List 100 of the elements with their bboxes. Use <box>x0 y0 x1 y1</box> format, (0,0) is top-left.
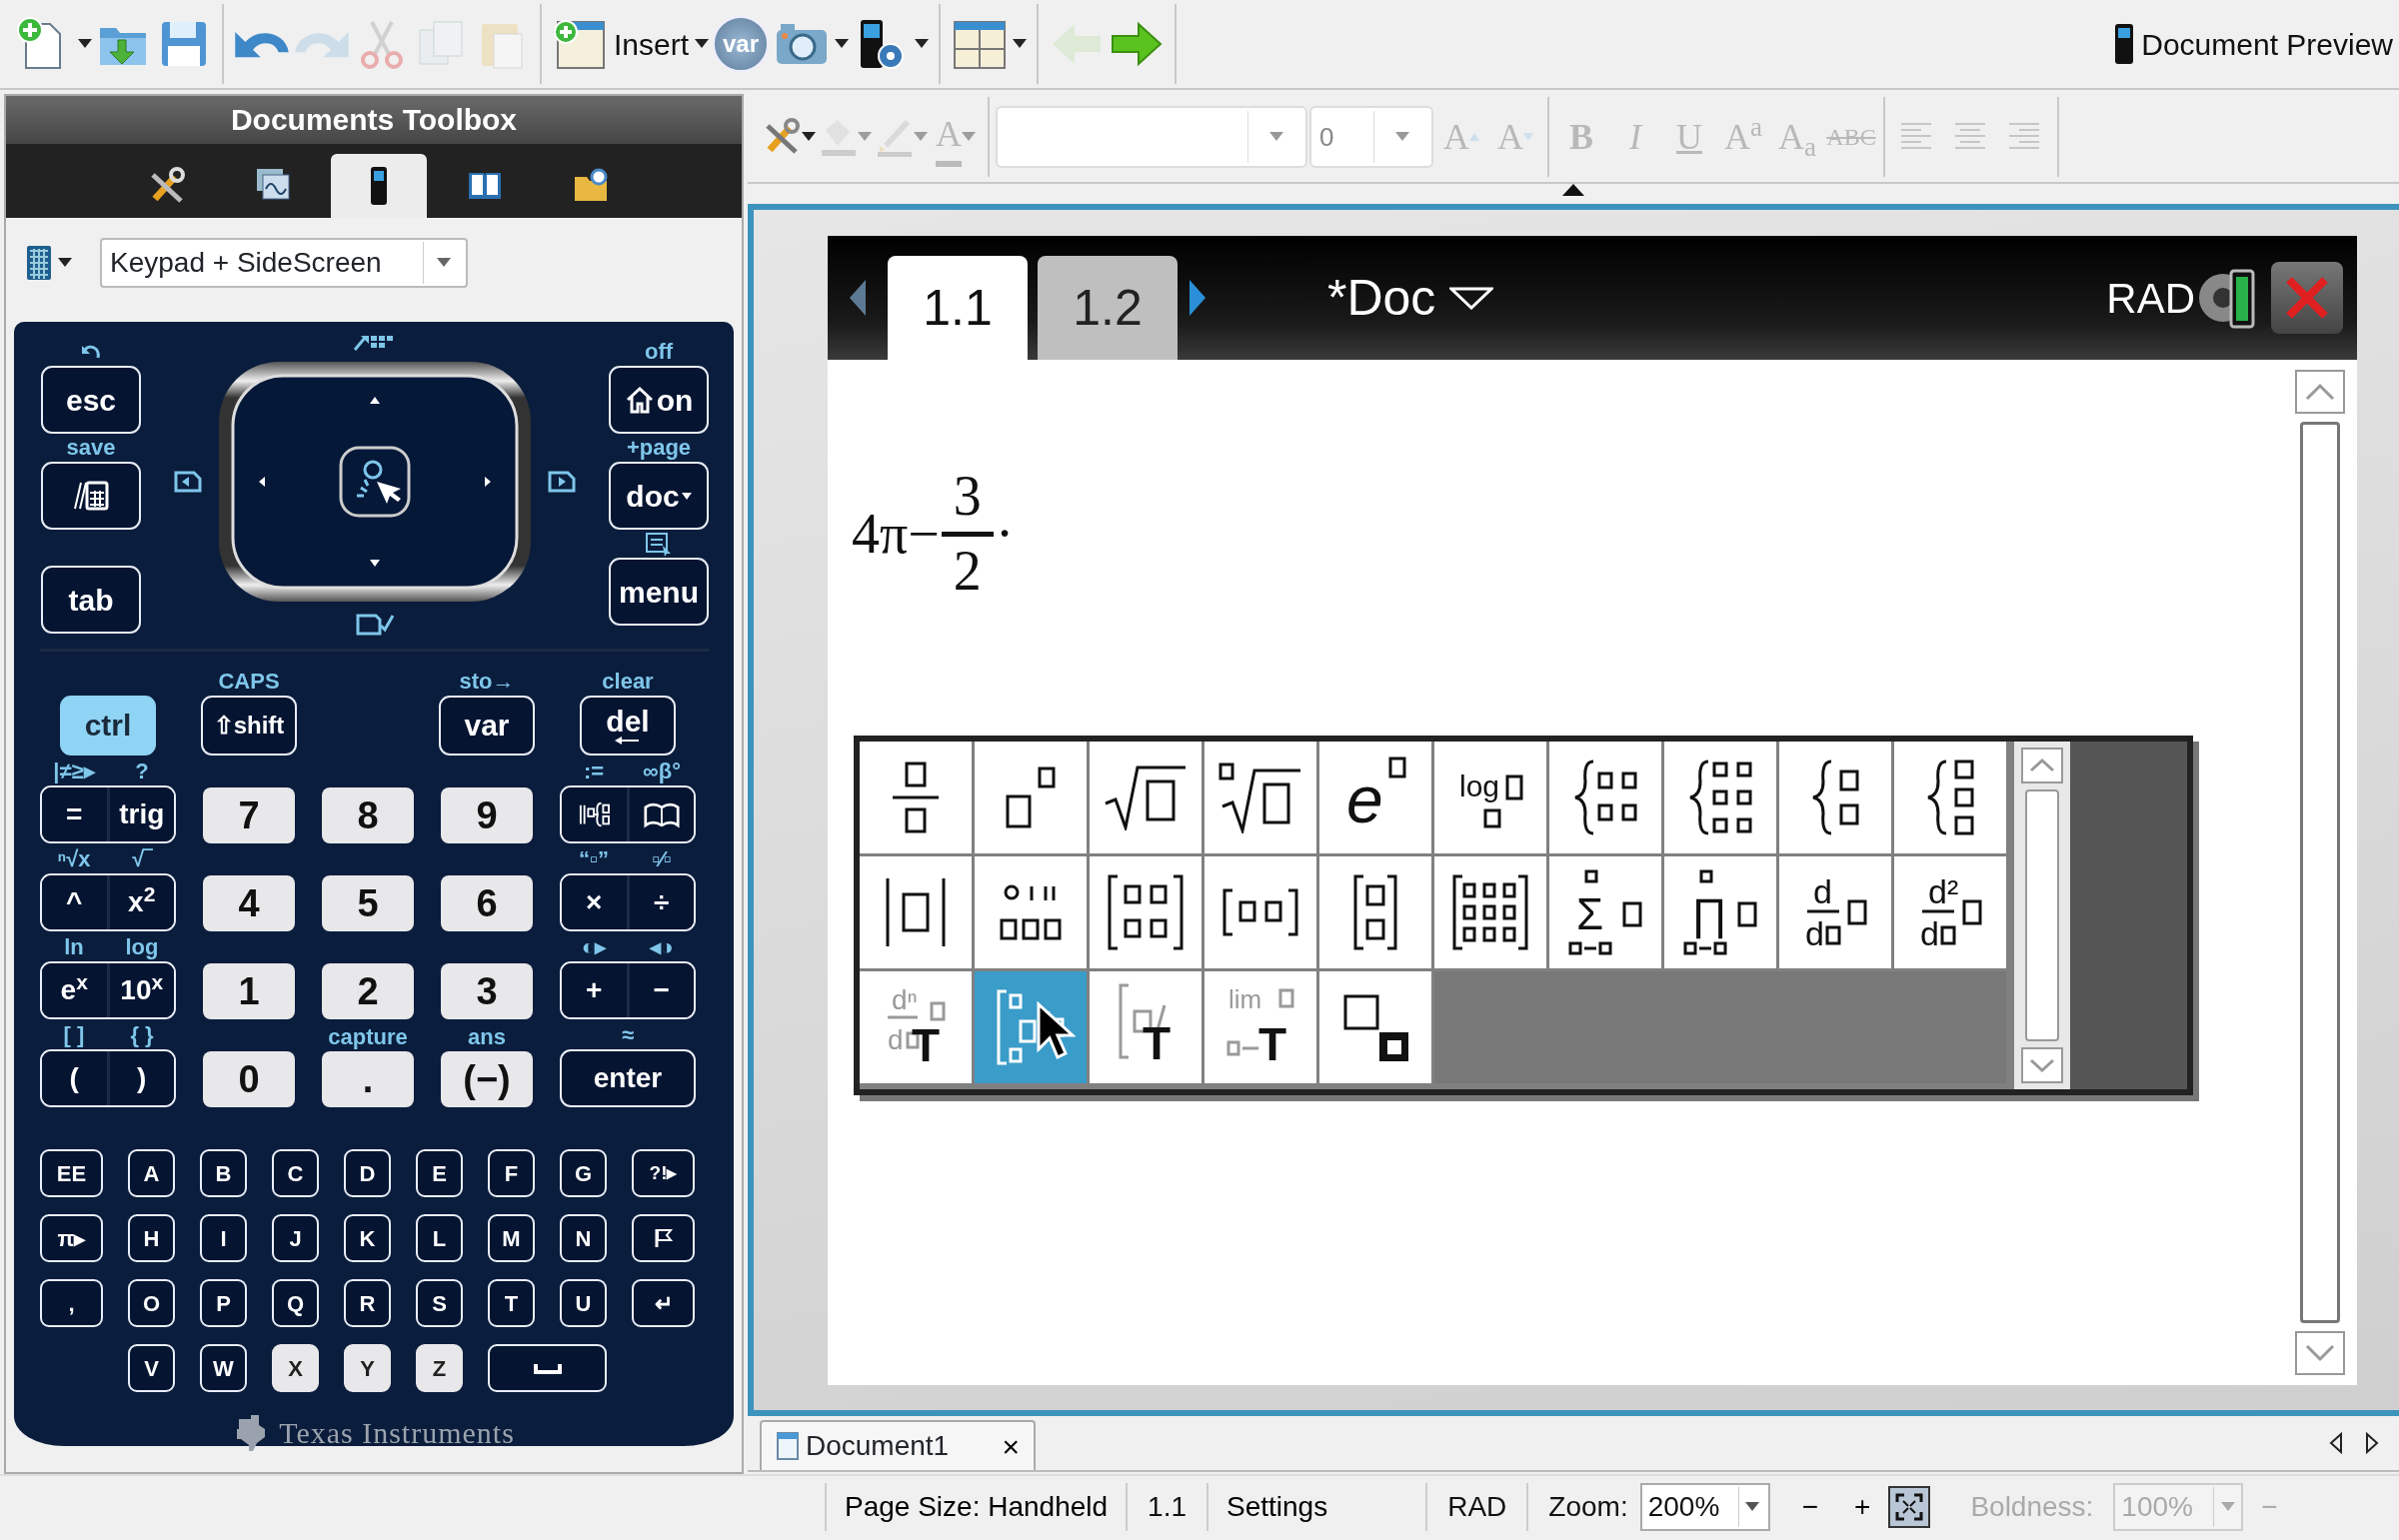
calculator-key[interactable]: × <box>562 875 630 929</box>
calculator-key[interactable]: , <box>40 1279 103 1327</box>
calculator-key[interactable]: F <box>488 1149 535 1197</box>
calculator-key[interactable]: (−) <box>441 1051 533 1107</box>
page-tab[interactable]: 1.1 <box>888 256 1028 360</box>
calculator-key[interactable]: K <box>344 1214 391 1262</box>
calculator-key[interactable]: H <box>128 1214 175 1262</box>
template-button[interactable] <box>1204 742 1316 853</box>
scroll-thumb[interactable] <box>2025 789 2059 1041</box>
template-button[interactable]: log <box>1434 742 1546 853</box>
calculator-key[interactable]: ?!▸ <box>632 1149 695 1197</box>
calculator-key[interactable]: S <box>416 1279 463 1327</box>
template-button[interactable] <box>1434 856 1546 968</box>
left-arrow-icon[interactable] <box>848 278 868 318</box>
calculator-key[interactable]: U <box>560 1279 607 1327</box>
calculator-key[interactable]: N <box>560 1214 607 1262</box>
calculator-key[interactable] <box>562 787 630 841</box>
scroll-left-icon[interactable] <box>2329 1432 2343 1454</box>
calculator-key[interactable]: ctrl <box>60 696 156 756</box>
right-arrow-icon[interactable] <box>1188 278 1207 318</box>
document-tab[interactable]: Document1 × <box>760 1420 1036 1470</box>
zoom-in-button[interactable]: + <box>1836 1486 1889 1528</box>
calculator-key[interactable]: ⇧shift <box>201 696 297 756</box>
fit-button[interactable] <box>1888 1486 1931 1528</box>
template-button[interactable]: d d <box>1779 856 1891 968</box>
zoom-field[interactable]: 200% <box>1639 1483 1770 1531</box>
calculator-key[interactable]: R <box>344 1279 391 1327</box>
calculator-key[interactable]: doc <box>609 462 709 530</box>
scroll-thumb[interactable] <box>2300 422 2340 1323</box>
template-button[interactable]: lim T <box>1204 971 1316 1083</box>
calculator-key[interactable]: 3 <box>441 963 533 1019</box>
template-button[interactable] <box>975 971 1087 1083</box>
toolbox-tab[interactable] <box>331 154 427 218</box>
calculator-key[interactable]: O <box>128 1279 175 1327</box>
calculator-key[interactable]: EE <box>40 1149 103 1197</box>
zoom-out-button[interactable]: − <box>1783 1486 1837 1528</box>
calculator-key[interactable]: esc <box>41 366 141 434</box>
template-button[interactable]: e <box>1319 742 1431 853</box>
scroll-down-button[interactable] <box>2021 1047 2063 1083</box>
template-button[interactable] <box>860 742 972 853</box>
dropdown-triangle-icon[interactable] <box>1449 286 1494 310</box>
document-preview-button[interactable]: Document Preview <box>2113 12 2393 76</box>
calculator-key[interactable]: Z <box>416 1344 463 1392</box>
space-key[interactable] <box>488 1344 607 1392</box>
page-tab[interactable]: 1.2 <box>1038 256 1178 360</box>
calculator-key[interactable]: T <box>488 1279 535 1327</box>
template-button[interactable] <box>1319 971 1431 1083</box>
calculator-key[interactable]: V <box>128 1344 175 1392</box>
calculator-key[interactable]: X <box>272 1344 319 1392</box>
calculator-key[interactable]: 8 <box>322 787 414 843</box>
template-button[interactable] <box>1090 856 1201 968</box>
template-button[interactable] <box>860 856 972 968</box>
calculator-key[interactable]: E <box>416 1149 463 1197</box>
calculator-key[interactable]: 2 <box>322 963 414 1019</box>
calculator-key[interactable]: ^ <box>42 875 110 929</box>
scroll-down-button[interactable] <box>2295 1331 2345 1375</box>
calculator-key[interactable]: W <box>200 1344 247 1392</box>
template-button[interactable] <box>975 856 1087 968</box>
calculator-key[interactable]: on <box>609 366 709 434</box>
calculator-key[interactable]: 6 <box>441 875 533 931</box>
calculator-key[interactable]: G <box>560 1149 607 1197</box>
calculator-key[interactable]: C <box>272 1149 319 1197</box>
calculator-key[interactable]: 7 <box>203 787 295 843</box>
close-button[interactable]: × <box>1002 1423 1020 1469</box>
calculator-key[interactable]: J <box>272 1214 319 1262</box>
calculator-key[interactable]: = <box>42 787 110 841</box>
template-button[interactable] <box>1664 742 1776 853</box>
calculator-key[interactable]: D <box>344 1149 391 1197</box>
calculator-key[interactable]: P <box>200 1279 247 1327</box>
calculator-key[interactable]: L <box>416 1214 463 1262</box>
calculator-key[interactable]: + <box>562 963 630 1017</box>
template-button[interactable] <box>1894 742 2006 853</box>
view-select[interactable]: Keypad + SideScreen <box>100 238 468 288</box>
calculator-key[interactable]: 5 <box>322 875 414 931</box>
template-button[interactable] <box>1779 742 1891 853</box>
settings-button[interactable]: Settings <box>1208 1486 1346 1528</box>
calculator-key[interactable]: A <box>128 1149 175 1197</box>
calculator-key[interactable]: e$^{x}$ <box>42 963 110 1017</box>
calculator-key[interactable]: 9 <box>441 787 533 843</box>
collapse-icon[interactable] <box>1562 184 1584 196</box>
page-size-button[interactable]: Page Size: Handheld <box>827 1486 1127 1528</box>
template-button[interactable] <box>1204 856 1316 968</box>
calculator-key[interactable]: I <box>200 1214 247 1262</box>
template-button[interactable]: T <box>1090 971 1201 1083</box>
calculator-key[interactable]: ( <box>42 1051 110 1105</box>
calculator-key[interactable]: π▸ <box>40 1214 103 1262</box>
calculator-key[interactable]: menu <box>609 558 709 626</box>
calculator-key[interactable]: . <box>322 1051 414 1107</box>
calculator-key[interactable]: 0 <box>203 1051 295 1107</box>
calculator-key[interactable]: var <box>439 696 535 756</box>
template-button[interactable] <box>1319 856 1431 968</box>
scroll-right-icon[interactable] <box>2365 1432 2379 1454</box>
calculator-key[interactable]: M <box>488 1214 535 1262</box>
calculator-key[interactable]: enter <box>560 1049 696 1107</box>
touchpad[interactable] <box>217 360 533 604</box>
calculator-key[interactable]: del <box>580 696 676 756</box>
calculator-key[interactable]: tab <box>41 566 141 634</box>
scroll-up-button[interactable] <box>2021 748 2063 783</box>
template-button[interactable] <box>975 742 1087 853</box>
calculator-key[interactable]: ↵ <box>632 1279 695 1327</box>
